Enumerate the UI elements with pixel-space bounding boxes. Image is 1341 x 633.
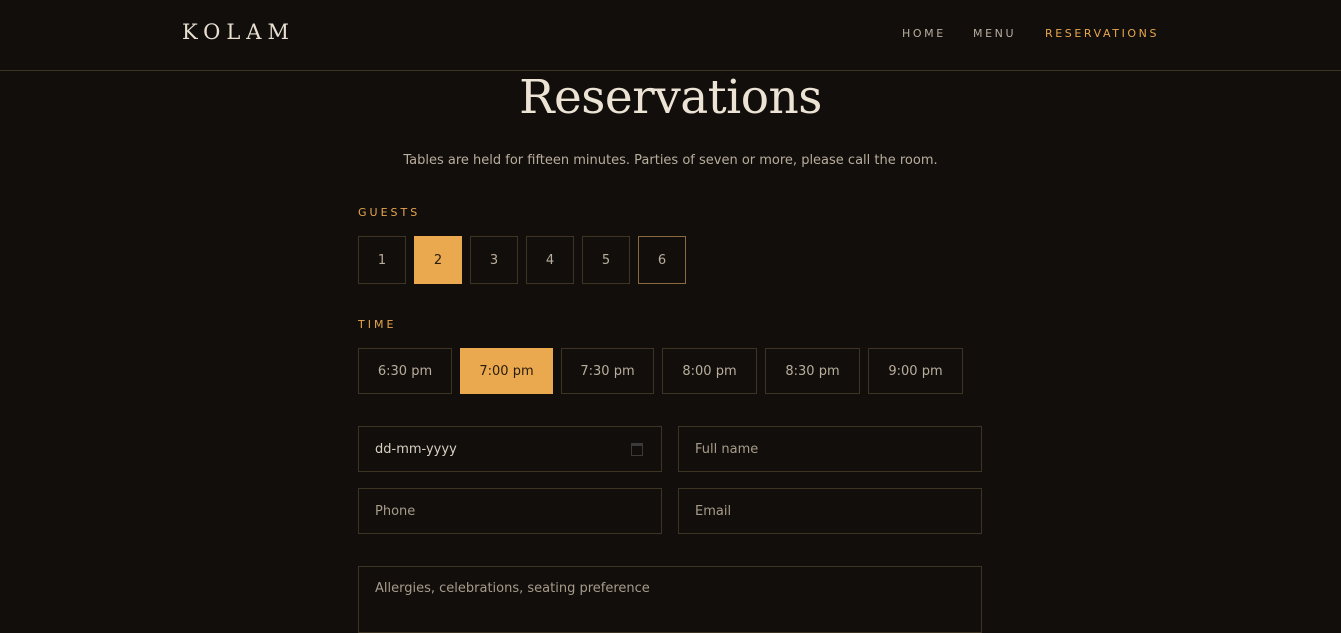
nav-reservations[interactable]: RESERVATIONS xyxy=(1045,27,1159,40)
full-name-input[interactable]: Full name xyxy=(678,426,982,472)
notes-placeholder: Allergies, celebrations, seating prefere… xyxy=(375,581,650,596)
notes-textarea[interactable]: Allergies, celebrations, seating prefere… xyxy=(358,566,982,633)
time-label: TIME xyxy=(358,318,397,331)
guests-label: GUESTS xyxy=(358,206,421,219)
full-name-placeholder: Full name xyxy=(695,441,759,457)
time-option-900[interactable]: 9:00 pm xyxy=(868,348,963,394)
email-placeholder: Email xyxy=(695,503,732,519)
guest-option-3[interactable]: 3 xyxy=(470,236,518,284)
brand-logo[interactable]: KOLAM xyxy=(182,20,295,44)
time-option-700[interactable]: 7:00 pm xyxy=(460,348,553,394)
time-option-800[interactable]: 8:00 pm xyxy=(662,348,757,394)
time-option-630[interactable]: 6:30 pm xyxy=(358,348,452,394)
guest-option-4[interactable]: 4 xyxy=(526,236,574,284)
guest-option-1[interactable]: 1 xyxy=(358,236,406,284)
phone-input[interactable]: Phone xyxy=(358,488,662,534)
guest-option-2[interactable]: 2 xyxy=(414,236,462,284)
time-option-830[interactable]: 8:30 pm xyxy=(765,348,860,394)
guest-option-5[interactable]: 5 xyxy=(582,236,630,284)
email-input[interactable]: Email xyxy=(678,488,982,534)
date-input[interactable]: dd-mm-yyyy xyxy=(358,426,662,472)
date-input-value: dd-mm-yyyy xyxy=(375,441,457,457)
page-title: Reservations xyxy=(519,70,822,125)
calendar-icon[interactable] xyxy=(631,443,643,456)
time-option-730[interactable]: 7:30 pm xyxy=(561,348,654,394)
phone-placeholder: Phone xyxy=(375,503,416,519)
nav-menu[interactable]: MENU xyxy=(973,27,1016,40)
nav-home[interactable]: HOME xyxy=(902,27,946,40)
site-header: KOLAM HOME MENU RESERVATIONS xyxy=(0,0,1341,71)
guest-option-6[interactable]: 6 xyxy=(638,236,686,284)
page-subtitle: Tables are held for fifteen minutes. Par… xyxy=(403,153,938,168)
